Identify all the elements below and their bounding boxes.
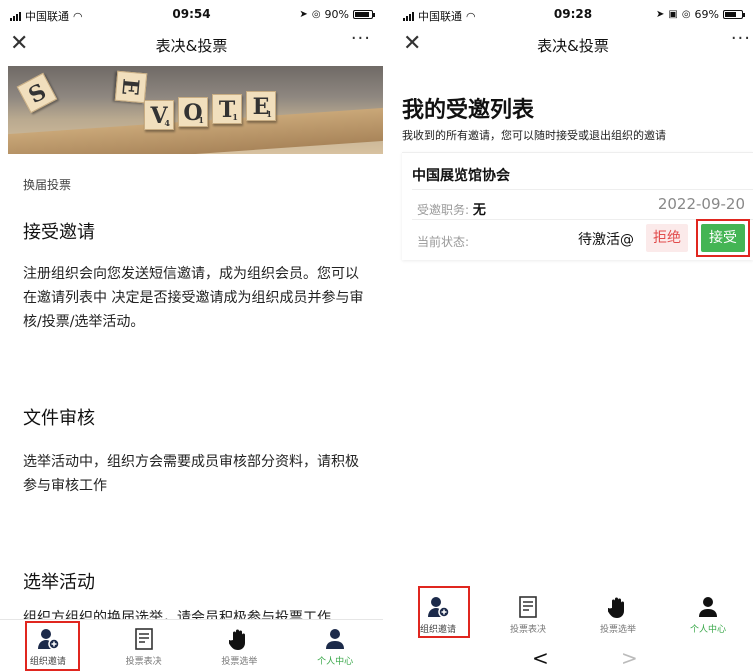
- hand-icon: [573, 594, 663, 620]
- tab-label: 个人中心: [317, 657, 354, 667]
- location-icon: ➤: [299, 9, 308, 20]
- invitation-card: 中国展览馆协会 受邀职务: 无 2022-09-20 当前状态: 待激活@ 拒绝…: [402, 152, 753, 260]
- left-phone-screen: 中国联通 ◠ 09:54 ➤ ◎ 90% ✕ 表决&投票 ··· S E V4 …: [0, 0, 383, 671]
- nav-bar: ✕ 表决&投票 ···: [0, 28, 383, 62]
- browser-nav: < >: [393, 646, 753, 671]
- status-value: 待激活@: [578, 232, 634, 248]
- tab-label: 投票选举: [599, 625, 636, 635]
- invite-list-subtitle: 我收到的所有邀请，您可以随时接受或退出组织的邀请: [402, 129, 666, 142]
- right-phone-screen: 中国联通 ◠ 09:28 ➤ ▣ ◎ 69% ✕ 表决&投票 ··· 我的受邀列…: [393, 0, 753, 671]
- tab-vote-election[interactable]: 投票选举: [573, 588, 663, 640]
- highlight-box: [25, 621, 80, 671]
- position-value: 无: [472, 203, 486, 218]
- vote-banner-image: S E V4 O1 T1 E1: [8, 66, 383, 154]
- tab-label: 投票表决: [125, 657, 162, 667]
- section-body: 选举活动中，组织方会需要成员审核部分资料，请积极参与审核工作: [23, 454, 359, 494]
- highlight-box: [418, 586, 470, 638]
- tab-label: 个人中心: [689, 625, 726, 635]
- highlight-box: [696, 219, 750, 257]
- section-body: 注册组织会向您发送短信邀请，成为组织会员。您可以在邀请列表中 决定是否接受邀请成…: [23, 266, 364, 330]
- person-icon: [287, 626, 383, 652]
- more-menu-icon[interactable]: ···: [731, 28, 751, 49]
- section-heading: 选举活动: [23, 572, 95, 593]
- org-name: 中国展览馆协会: [412, 168, 510, 184]
- battery-icon: [723, 10, 745, 19]
- lock-icon: ▣: [668, 9, 678, 20]
- position-row: 受邀职务: 无: [417, 199, 486, 218]
- person-icon: [663, 594, 753, 620]
- breadcrumb: 换届投票: [23, 178, 72, 192]
- section-heading: 文件审核: [23, 408, 95, 429]
- battery-icon: [353, 10, 375, 19]
- page-title: 表决&投票: [537, 37, 609, 55]
- invite-date: 2022-09-20: [657, 195, 745, 213]
- forward-button[interactable]: >: [621, 646, 638, 670]
- tab-vote-resolve[interactable]: 投票表决: [483, 588, 573, 640]
- banner-tile: E: [114, 70, 148, 104]
- back-button[interactable]: <: [532, 646, 549, 670]
- battery-percent: 69%: [694, 8, 719, 21]
- more-menu-icon[interactable]: ···: [351, 28, 371, 49]
- alarm-icon: ◎: [311, 9, 321, 20]
- alarm-icon: ◎: [681, 9, 691, 20]
- status-bar: 中国联通 ◠ 09:28 ➤ ▣ ◎ 69%: [393, 0, 753, 28]
- banner-tile: E1: [246, 91, 276, 121]
- banner-tile: O1: [178, 97, 208, 127]
- location-icon: ➤: [655, 9, 665, 20]
- row-divider: [412, 189, 753, 190]
- tab-label: 投票选举: [221, 657, 258, 667]
- document-icon: [96, 626, 192, 652]
- tab-personal-center[interactable]: 个人中心: [663, 588, 753, 640]
- page-title: 表决&投票: [155, 37, 228, 55]
- battery-percent: 90%: [324, 8, 349, 21]
- section-heading: 接受邀请: [23, 222, 95, 243]
- tab-vote-election[interactable]: 投票选举: [192, 620, 288, 671]
- invite-list-title: 我的受邀列表: [402, 98, 535, 123]
- nav-bar: ✕ 表决&投票 ···: [393, 28, 753, 62]
- status-bar: 中国联通 ◠ 09:54 ➤ ◎ 90%: [0, 0, 383, 28]
- hand-icon: [192, 626, 288, 652]
- screens-gap: [383, 0, 393, 671]
- banner-tile: S: [16, 72, 58, 114]
- document-icon: [483, 594, 573, 620]
- banner-tile: V4: [144, 100, 174, 130]
- tab-personal-center[interactable]: 个人中心: [287, 620, 383, 671]
- tab-vote-resolve[interactable]: 投票表决: [96, 620, 192, 671]
- position-label: 受邀职务:: [417, 203, 470, 217]
- status-label: 当前状态:: [417, 235, 470, 249]
- section-body: 组织方组织的换届选举，请会员积极参与投票工作: [23, 610, 331, 620]
- banner-tile: T1: [212, 94, 242, 124]
- reject-button[interactable]: 拒绝: [646, 224, 688, 252]
- tab-label: 投票表决: [509, 625, 546, 635]
